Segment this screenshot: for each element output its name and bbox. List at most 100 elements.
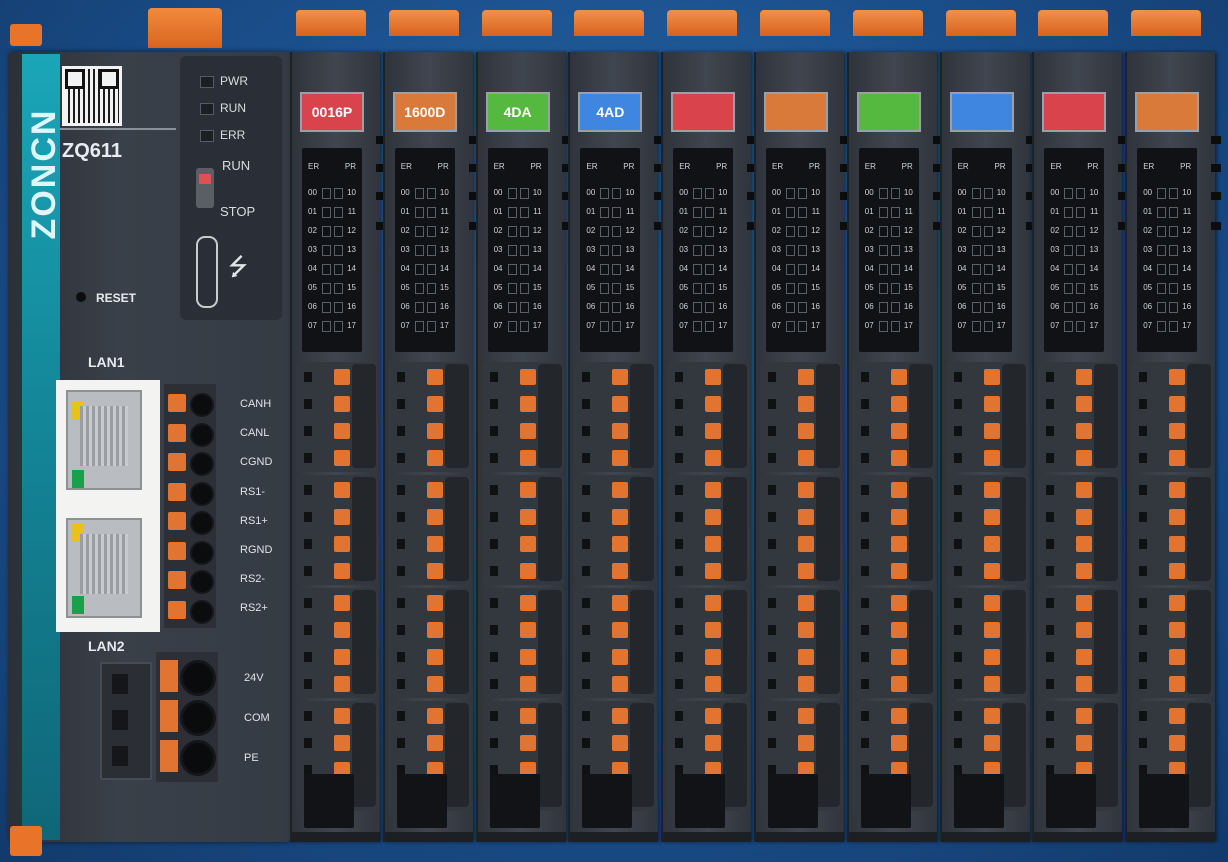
terminal-lever[interactable] xyxy=(798,509,814,525)
terminal-lever[interactable] xyxy=(705,563,722,579)
io-terminal[interactable] xyxy=(760,393,820,415)
terminal-lever[interactable] xyxy=(1076,369,1093,385)
io-terminal[interactable] xyxy=(574,447,634,469)
io-terminal[interactable] xyxy=(1038,705,1098,727)
io-terminal[interactable] xyxy=(574,420,634,442)
io-terminal[interactable] xyxy=(1131,533,1191,555)
terminal-lever[interactable] xyxy=(519,708,536,724)
io-terminal[interactable] xyxy=(667,705,727,727)
terminal-lever[interactable] xyxy=(1076,482,1093,498)
io-terminal[interactable] xyxy=(1131,479,1191,501)
io-terminal[interactable] xyxy=(1131,646,1191,668)
io-terminal[interactable] xyxy=(1131,673,1191,695)
terminal-lever[interactable] xyxy=(983,676,1000,692)
io-terminal[interactable] xyxy=(574,506,634,528)
io-terminal[interactable] xyxy=(574,732,634,754)
terminal-lever[interactable] xyxy=(612,536,629,552)
io-terminal[interactable] xyxy=(482,592,542,614)
io-terminal[interactable] xyxy=(667,506,727,528)
terminal-lever[interactable] xyxy=(612,450,629,466)
terminal-lever[interactable] xyxy=(334,509,350,525)
terminal-lever[interactable] xyxy=(983,450,1000,466)
io-terminal[interactable] xyxy=(482,393,542,415)
io-terminal[interactable] xyxy=(296,619,356,641)
terminal-lever[interactable] xyxy=(983,649,1000,665)
terminal-lever[interactable] xyxy=(798,735,814,751)
io-terminal[interactable] xyxy=(760,533,820,555)
comm-terminal[interactable] xyxy=(164,449,216,477)
terminal-lever[interactable] xyxy=(612,735,629,751)
terminal-lever[interactable] xyxy=(168,541,186,560)
usb-c-port[interactable] xyxy=(196,236,218,308)
io-terminal[interactable] xyxy=(667,420,727,442)
terminal-lever[interactable] xyxy=(612,509,629,525)
terminal-lever[interactable] xyxy=(1076,536,1093,552)
io-terminal[interactable] xyxy=(574,646,634,668)
din-rail-latch[interactable] xyxy=(1139,774,1190,828)
terminal-lever[interactable] xyxy=(983,423,1000,439)
terminal-lever[interactable] xyxy=(519,396,536,412)
terminal-lever[interactable] xyxy=(426,369,443,385)
terminal-lever[interactable] xyxy=(1076,735,1093,751)
terminal-lever[interactable] xyxy=(612,369,629,385)
io-terminal[interactable] xyxy=(1038,533,1098,555)
terminal-lever[interactable] xyxy=(705,450,722,466)
terminal-lever[interactable] xyxy=(890,536,907,552)
io-terminal[interactable] xyxy=(667,619,727,641)
lan2-port[interactable] xyxy=(66,518,142,618)
din-rail-latch[interactable] xyxy=(304,774,354,828)
io-terminal[interactable] xyxy=(389,592,449,614)
io-terminal[interactable] xyxy=(1131,732,1191,754)
io-terminal[interactable] xyxy=(574,560,634,582)
terminal-lever[interactable] xyxy=(890,676,907,692)
io-terminal[interactable] xyxy=(946,646,1006,668)
terminal-lever[interactable] xyxy=(168,394,186,412)
io-terminal[interactable] xyxy=(853,366,913,388)
terminal-lever[interactable] xyxy=(705,423,722,439)
terminal-lever[interactable] xyxy=(1076,708,1093,724)
terminal-lever[interactable] xyxy=(983,536,1000,552)
io-terminal[interactable] xyxy=(667,479,727,501)
terminal-lever[interactable] xyxy=(1169,396,1186,412)
io-terminal[interactable] xyxy=(1038,420,1098,442)
comm-terminal[interactable] xyxy=(164,597,216,625)
io-terminal[interactable] xyxy=(1131,366,1191,388)
terminal-lever[interactable] xyxy=(519,595,536,611)
terminal-lever[interactable] xyxy=(890,735,907,751)
io-terminal[interactable] xyxy=(482,673,542,695)
terminal-lever[interactable] xyxy=(1169,595,1186,611)
io-terminal[interactable] xyxy=(296,705,356,727)
lan1-port[interactable] xyxy=(66,390,142,490)
din-rail-latch[interactable] xyxy=(768,774,818,828)
terminal-lever[interactable] xyxy=(890,396,907,412)
io-terminal[interactable] xyxy=(946,479,1006,501)
terminal-lever[interactable] xyxy=(519,369,536,385)
terminal-lever[interactable] xyxy=(519,563,536,579)
terminal-lever[interactable] xyxy=(1169,563,1186,579)
din-rail-latch[interactable] xyxy=(582,774,633,828)
terminal-lever[interactable] xyxy=(168,512,186,530)
io-terminal[interactable] xyxy=(853,533,913,555)
terminal-lever[interactable] xyxy=(705,735,722,751)
terminal-lever[interactable] xyxy=(426,450,443,466)
io-terminal[interactable] xyxy=(482,732,542,754)
io-terminal[interactable] xyxy=(760,732,820,754)
io-terminal[interactable] xyxy=(482,646,542,668)
terminal-lever[interactable] xyxy=(426,482,443,498)
terminal-lever[interactable] xyxy=(1076,423,1093,439)
terminal-lever[interactable] xyxy=(705,595,722,611)
terminal-lever[interactable] xyxy=(983,735,1000,751)
terminal-lever[interactable] xyxy=(890,450,907,466)
terminal-lever[interactable] xyxy=(334,369,350,385)
terminal-lever[interactable] xyxy=(983,482,1000,498)
io-terminal[interactable] xyxy=(389,533,449,555)
terminal-lever[interactable] xyxy=(1076,622,1093,638)
terminal-lever[interactable] xyxy=(798,482,814,498)
io-terminal[interactable] xyxy=(946,393,1006,415)
io-terminal[interactable] xyxy=(760,506,820,528)
terminal-lever[interactable] xyxy=(1076,649,1093,665)
terminal-lever[interactable] xyxy=(426,622,443,638)
io-terminal[interactable] xyxy=(389,393,449,415)
io-terminal[interactable] xyxy=(1131,592,1191,614)
terminal-lever[interactable] xyxy=(168,482,186,501)
